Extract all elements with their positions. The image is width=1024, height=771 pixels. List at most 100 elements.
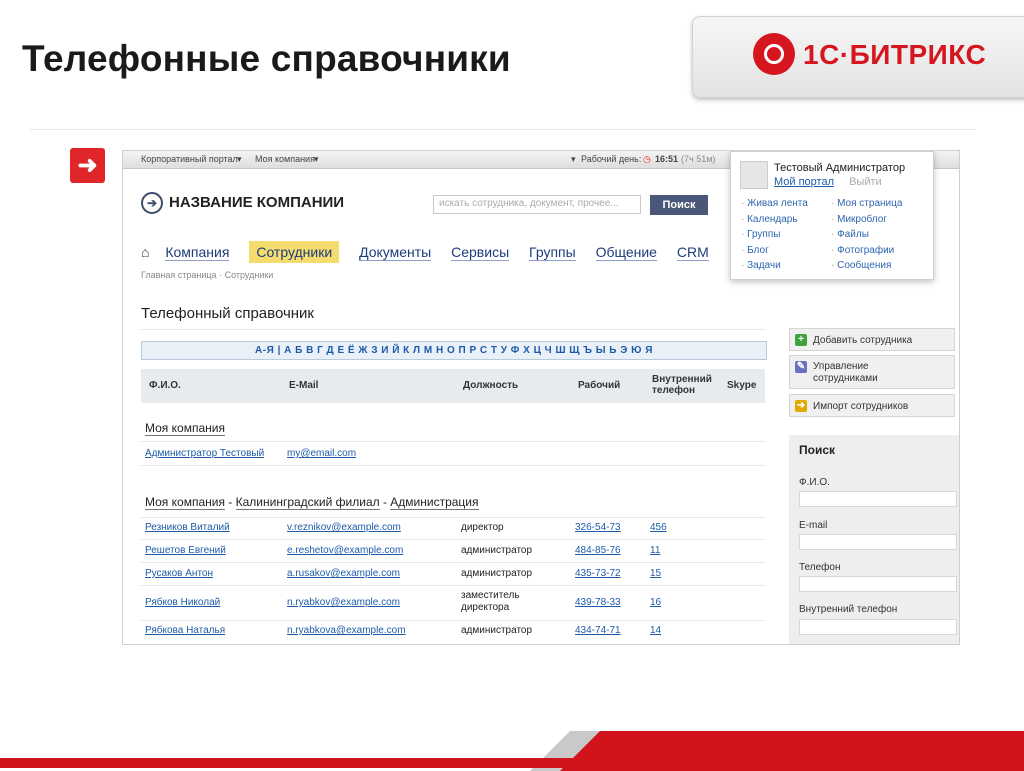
search-button[interactable]: Поиск bbox=[650, 195, 708, 215]
group-link-admin[interactable]: Администрация bbox=[390, 495, 479, 510]
user-menu-item[interactable]: Сообщения bbox=[831, 258, 902, 274]
topbar-portal[interactable]: Корпоративный портал bbox=[141, 154, 238, 164]
email-field[interactable] bbox=[799, 534, 957, 550]
menu-item-employees[interactable]: Сотрудники bbox=[249, 241, 340, 263]
col-header-name[interactable]: Ф.И.О. bbox=[149, 380, 181, 391]
col-header-internal[interactable]: Внутренний телефон bbox=[652, 374, 712, 396]
arrow-circle-icon: ➔ bbox=[141, 192, 163, 214]
divider bbox=[141, 585, 765, 586]
col-header-work[interactable]: Рабочий bbox=[578, 380, 620, 391]
phone-label: Телефон bbox=[799, 562, 841, 573]
employee-internal-phone[interactable]: 15 bbox=[650, 568, 661, 579]
clock-icon: ◷ bbox=[643, 154, 651, 164]
logout-link[interactable]: Выйти bbox=[849, 176, 882, 188]
employee-work-phone[interactable]: 434-74-71 bbox=[575, 625, 621, 636]
col-header-position[interactable]: Должность bbox=[463, 380, 518, 391]
user-name: Тестовый Администратор bbox=[774, 162, 906, 174]
menu-item-company[interactable]: Компания bbox=[165, 244, 230, 261]
col-header-skype[interactable]: Skype bbox=[727, 380, 756, 391]
employee-email[interactable]: e.reshetov@example.com bbox=[287, 545, 403, 556]
user-menu-item[interactable]: Моя страница bbox=[831, 196, 902, 212]
my-portal-link[interactable]: Мой портал bbox=[774, 176, 834, 188]
employee-name[interactable]: Администратор Тестовый bbox=[145, 448, 264, 459]
group-link-branch[interactable]: Калининградский филиал bbox=[235, 495, 380, 510]
employee-name[interactable]: Решетов Евгений bbox=[145, 545, 226, 556]
breadcrumb-current[interactable]: Сотрудники bbox=[225, 270, 274, 280]
employee-internal-phone[interactable]: 456 bbox=[650, 522, 667, 533]
import-employees-button[interactable]: ➔ Импорт сотрудников bbox=[789, 394, 955, 417]
home-icon[interactable]: ⌂ bbox=[141, 244, 149, 260]
user-menu-item[interactable]: Блог bbox=[741, 243, 808, 259]
internal-phone-field[interactable] bbox=[799, 619, 957, 635]
employee-email[interactable]: v.reznikov@example.com bbox=[287, 522, 401, 533]
add-employee-button[interactable]: + Добавить сотрудника bbox=[789, 328, 955, 351]
divider bbox=[141, 539, 765, 540]
employee-email[interactable]: n.ryabkova@example.com bbox=[287, 625, 406, 636]
import-arrow-icon: ➔ bbox=[795, 400, 807, 412]
employee-name[interactable]: Резников Виталий bbox=[145, 522, 230, 533]
fio-label: Ф.И.О. bbox=[799, 477, 830, 488]
search-input[interactable]: искать сотрудника, документ, прочее... bbox=[433, 195, 641, 214]
user-menu-popup: Тестовый Администратор Мой портал Выйти … bbox=[730, 151, 934, 280]
employee-name[interactable]: Рябкова Наталья bbox=[145, 625, 225, 636]
portal-screenshot: Корпоративный портал ▾ Моя компания ▾ ▾ … bbox=[122, 150, 960, 645]
group-link-company[interactable]: Моя компания bbox=[145, 495, 225, 510]
employee-work-phone[interactable]: 439-78-33 bbox=[575, 597, 621, 608]
menu-item-groups[interactable]: Группы bbox=[529, 244, 576, 261]
avatar[interactable] bbox=[740, 161, 768, 189]
breadcrumb-home[interactable]: Главная страница bbox=[141, 270, 217, 280]
menu-item-services[interactable]: Сервисы bbox=[451, 244, 510, 261]
chevron-down-icon: ▾ bbox=[314, 154, 319, 164]
alphabet-filter[interactable]: А-Я | А Б В Г Д Е Ё Ж З И Й К Л М Н О П … bbox=[141, 341, 767, 360]
user-menu-col-left: Живая лента Календарь Группы Блог Задачи bbox=[741, 196, 808, 274]
employee-work-phone[interactable]: 326-54-73 bbox=[575, 522, 621, 533]
employee-email[interactable]: my@email.com bbox=[287, 448, 356, 459]
manage-icon: ✎ bbox=[795, 361, 807, 373]
divider bbox=[141, 441, 765, 442]
email-label: E-mail bbox=[799, 520, 828, 531]
divider bbox=[141, 517, 765, 518]
divider bbox=[30, 129, 976, 130]
employee-name[interactable]: Рябков Николай bbox=[145, 597, 220, 608]
table-header: Ф.И.О. E-Mail Должность Рабочий Внутренн… bbox=[141, 369, 765, 403]
col-header-email[interactable]: E-Mail bbox=[289, 380, 318, 391]
employee-email[interactable]: n.ryabkov@example.com bbox=[287, 597, 400, 608]
menu-item-communication[interactable]: Общение bbox=[595, 244, 657, 261]
employee-position: администратор bbox=[461, 568, 533, 579]
divider bbox=[141, 465, 765, 466]
fio-field[interactable] bbox=[799, 491, 957, 507]
user-menu-item[interactable]: Файлы bbox=[831, 227, 902, 243]
slide-title: Телефонные справочники bbox=[22, 38, 511, 79]
bitrix-logo-icon bbox=[753, 33, 795, 75]
user-menu-item[interactable]: Календарь bbox=[741, 212, 808, 228]
divider bbox=[141, 620, 765, 621]
topbar-company[interactable]: Моя компания bbox=[255, 154, 315, 164]
manage-employees-button[interactable]: ✎ Управление сотрудниками bbox=[789, 355, 955, 389]
chevron-down-icon: ▾ bbox=[571, 154, 576, 164]
divider bbox=[141, 329, 765, 330]
employee-work-phone[interactable]: 435-73-72 bbox=[575, 568, 621, 579]
user-menu-item[interactable]: Фотографии bbox=[831, 243, 902, 259]
workday-label[interactable]: Рабочий день: bbox=[581, 154, 641, 164]
employee-email[interactable]: a.rusakov@example.com bbox=[287, 568, 400, 579]
employee-work-phone[interactable]: 484-85-76 bbox=[575, 545, 621, 556]
internal-phone-label: Внутренний телефон bbox=[799, 604, 898, 615]
user-menu-item[interactable]: Живая лента bbox=[741, 196, 808, 212]
menu-item-documents[interactable]: Документы bbox=[359, 244, 432, 261]
breadcrumb: Главная страница · Сотрудники bbox=[141, 270, 274, 280]
employee-internal-phone[interactable]: 16 bbox=[650, 597, 661, 608]
brand-logo: 1С·БИТРИКС bbox=[692, 16, 1024, 98]
user-menu-item[interactable]: Группы bbox=[741, 227, 808, 243]
group-header: Моя компания - Калининградский филиал - … bbox=[145, 495, 479, 510]
employee-internal-phone[interactable]: 14 bbox=[650, 625, 661, 636]
section-title: Телефонный справочник bbox=[141, 305, 314, 322]
divider bbox=[141, 562, 765, 563]
menu-item-crm[interactable]: CRM bbox=[676, 244, 709, 261]
user-menu-item[interactable]: Микроблог bbox=[831, 212, 902, 228]
employee-name[interactable]: Русаков Антон bbox=[145, 568, 213, 579]
company-name[interactable]: ➔ НАЗВАНИЕ КОМПАНИИ bbox=[141, 192, 344, 214]
employee-internal-phone[interactable]: 11 bbox=[650, 545, 660, 556]
phone-field[interactable] bbox=[799, 576, 957, 592]
arrow-right-icon: ➜ bbox=[70, 148, 105, 183]
user-menu-item[interactable]: Задачи bbox=[741, 258, 808, 274]
